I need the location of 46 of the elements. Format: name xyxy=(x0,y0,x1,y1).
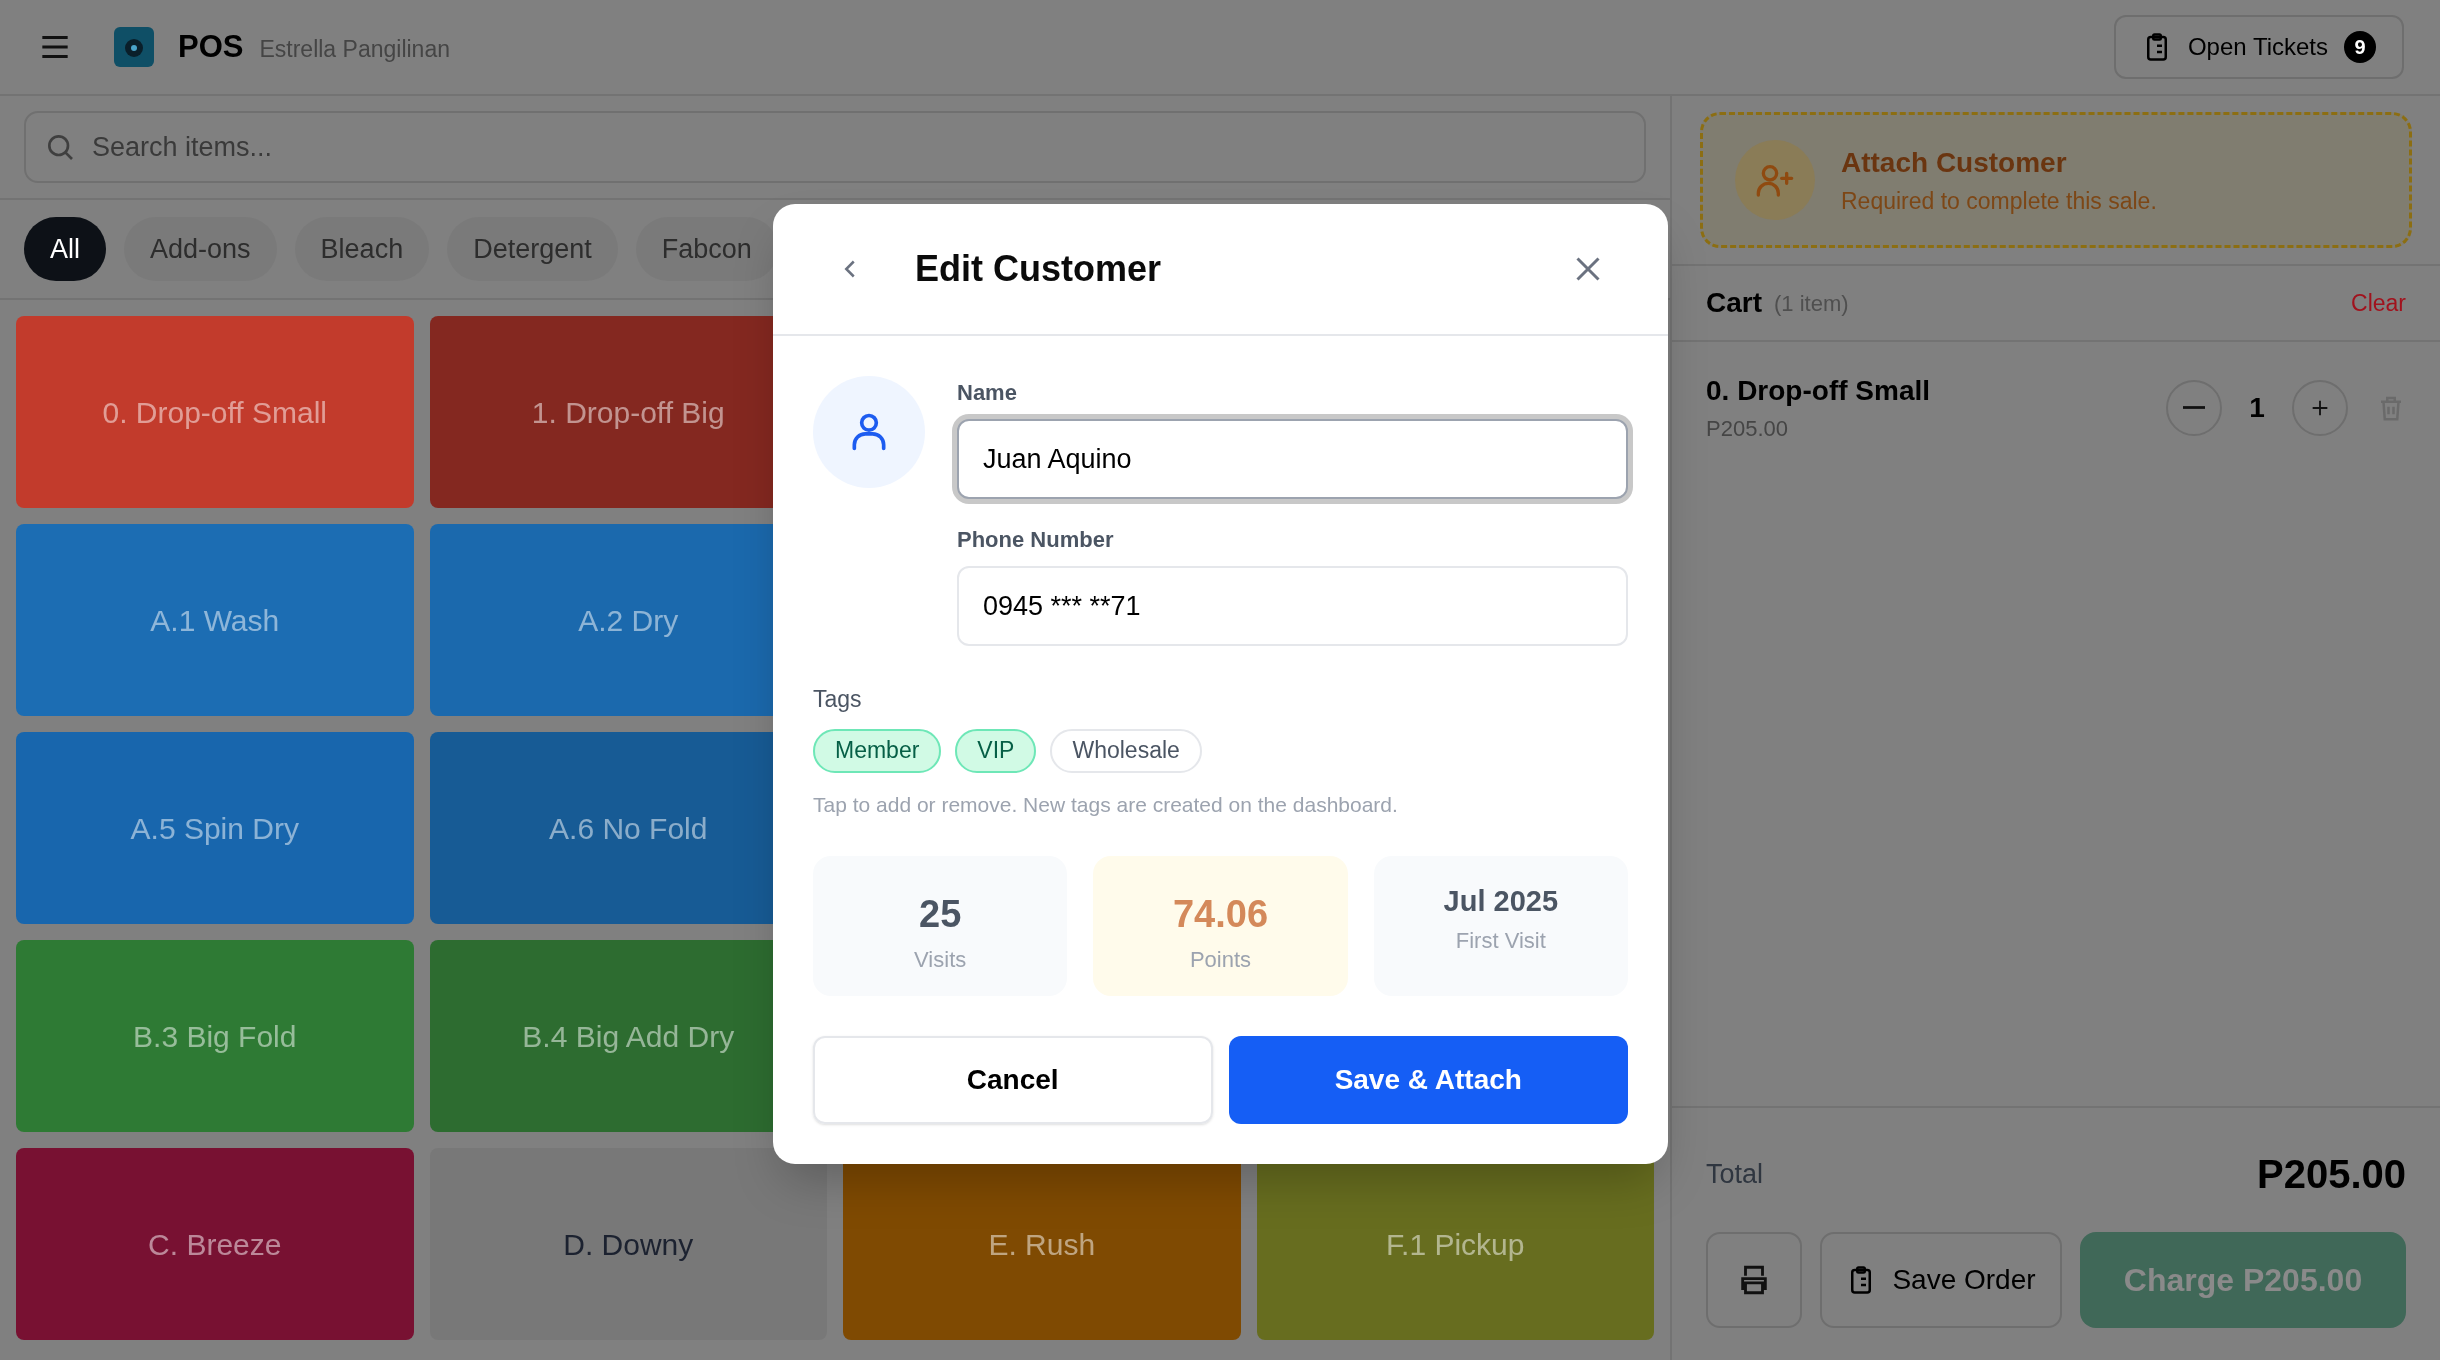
quantity-value: 1 xyxy=(2248,390,2266,425)
text-field[interactable]: 0945 *** **71 xyxy=(957,566,1628,646)
category-chip[interactable]: Detergent xyxy=(447,217,618,281)
tag-chip[interactable]: Wholesale xyxy=(1050,728,1202,773)
ticket-count-badge: 9 xyxy=(2344,31,2376,63)
product-tile[interactable]: D. Downy xyxy=(429,1148,827,1340)
product-tile[interactable]: A.5 Spin Dry xyxy=(16,732,414,924)
stat-label: Points xyxy=(1189,946,1252,974)
tag-chip[interactable]: Member xyxy=(813,728,942,773)
decrease-button[interactable] xyxy=(2166,379,2222,436)
category-chip[interactable]: Add-ons xyxy=(124,217,277,281)
cart-title: Cart xyxy=(1706,286,1762,320)
cancel-button[interactable]: Cancel xyxy=(813,1036,1213,1124)
stat-value: 74.06 xyxy=(1172,892,1269,937)
product-tile[interactable]: B.3 Big Fold xyxy=(16,940,414,1132)
total-amount: P205.00 xyxy=(2256,1151,2406,1198)
banner-subtitle: Required to complete this sale. xyxy=(1841,186,2157,216)
text-field[interactable]: Juan Aquino xyxy=(957,419,1628,499)
minus-icon xyxy=(2183,406,2205,409)
total-label: Total xyxy=(1706,1157,1764,1191)
dialog-title: Edit Customer xyxy=(915,247,1162,291)
clear-button[interactable]: Clear xyxy=(2351,285,2406,321)
field-label: Name xyxy=(957,379,1018,407)
stat-label: First Visit xyxy=(1455,926,1546,955)
tag-chip[interactable]: VIP xyxy=(955,728,1037,773)
save-order-button[interactable]: Save Order xyxy=(1820,1232,2062,1328)
app-name: POS xyxy=(178,27,244,66)
banner-title: Attach Customer xyxy=(1841,145,2068,180)
cart-item-price: P205.00 xyxy=(1706,415,1789,443)
save-attach-button[interactable]: Save & Attach xyxy=(1228,1036,1628,1124)
stat-value: Jul 2025 xyxy=(1443,884,1559,919)
print-button[interactable] xyxy=(1706,1232,1802,1328)
stat-value: 25 xyxy=(919,892,962,937)
search-field[interactable]: Search items... xyxy=(24,111,1646,183)
user-name: Estrella Pangilinan xyxy=(259,34,450,64)
product-tile[interactable]: C. Breeze xyxy=(16,1148,414,1340)
field-label: Phone Number xyxy=(957,526,1115,554)
product-tile[interactable]: 0. Drop-off Small xyxy=(16,316,414,508)
open-tickets-button[interactable]: Open Tickets 9 xyxy=(2113,15,2404,79)
category-chip[interactable]: Bleach xyxy=(294,217,430,281)
stat-label: Visits xyxy=(914,946,967,974)
cart-item-name: 0. Drop-off Small xyxy=(1706,374,1931,408)
attach-customer-card[interactable]: Attach Customer Required to complete this sale. xyxy=(1700,112,2412,248)
logo-icon xyxy=(114,27,154,67)
category-chip[interactable]: All xyxy=(24,217,106,281)
product-tile[interactable]: A.1 Wash xyxy=(16,524,414,716)
